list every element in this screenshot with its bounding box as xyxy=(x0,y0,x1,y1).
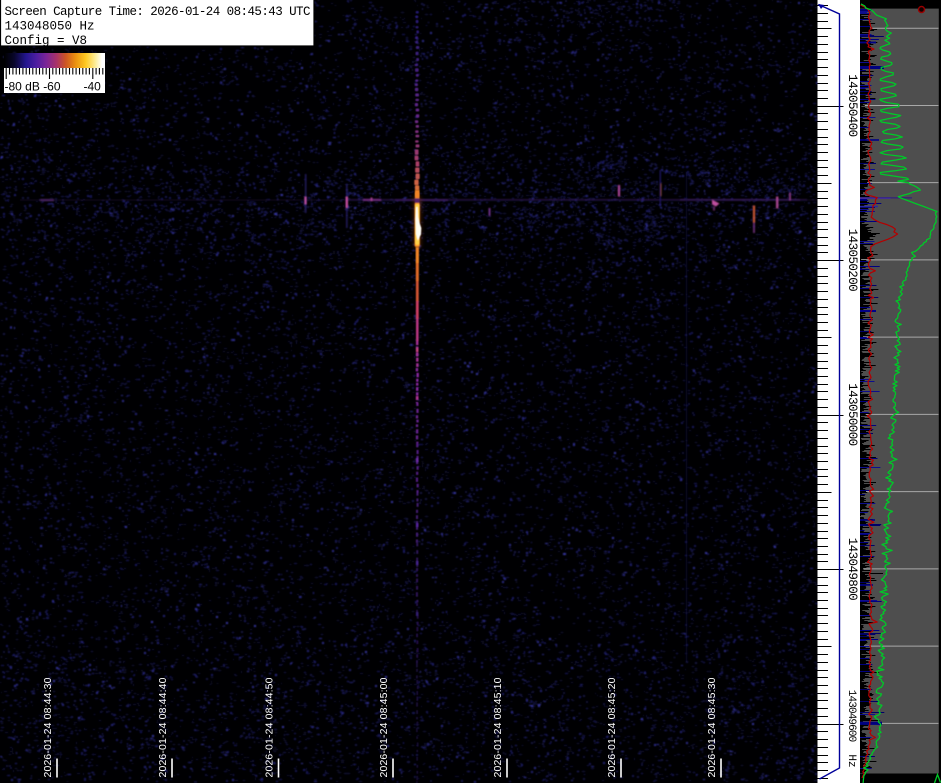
svg-text:143048050 Hz: 143048050 Hz xyxy=(5,19,95,33)
svg-text:143049600: 143049600 xyxy=(845,690,857,743)
svg-text:2026-01-24 08:44:40: 2026-01-24 08:44:40 xyxy=(157,677,169,777)
svg-text:-80 dB -60: -80 dB -60 xyxy=(5,80,61,94)
svg-text:2026-01-24 08:44:30: 2026-01-24 08:44:30 xyxy=(42,677,54,777)
svg-text:Config = V8: Config = V8 xyxy=(5,34,88,48)
svg-text:Hz: Hz xyxy=(845,754,857,767)
svg-text:143050400: 143050400 xyxy=(845,74,859,137)
svg-text:Screen Capture Time: 2026-01-2: Screen Capture Time: 2026-01-24 08:45:43… xyxy=(5,5,311,19)
svg-text:-40: -40 xyxy=(84,80,102,94)
svg-text:2026-01-24 08:45:30: 2026-01-24 08:45:30 xyxy=(706,677,718,777)
svg-text:143050000: 143050000 xyxy=(845,383,859,446)
svg-text:2026-01-24 08:44:50: 2026-01-24 08:44:50 xyxy=(264,677,276,777)
svg-text:143049800: 143049800 xyxy=(845,538,859,601)
svg-text:2026-01-24 08:45:00: 2026-01-24 08:45:00 xyxy=(378,677,390,777)
svg-text:2026-01-24 08:45:10: 2026-01-24 08:45:10 xyxy=(492,677,504,777)
svg-text:143050200: 143050200 xyxy=(845,229,859,292)
svg-text:2026-01-24 08:45:20: 2026-01-24 08:45:20 xyxy=(606,677,618,777)
